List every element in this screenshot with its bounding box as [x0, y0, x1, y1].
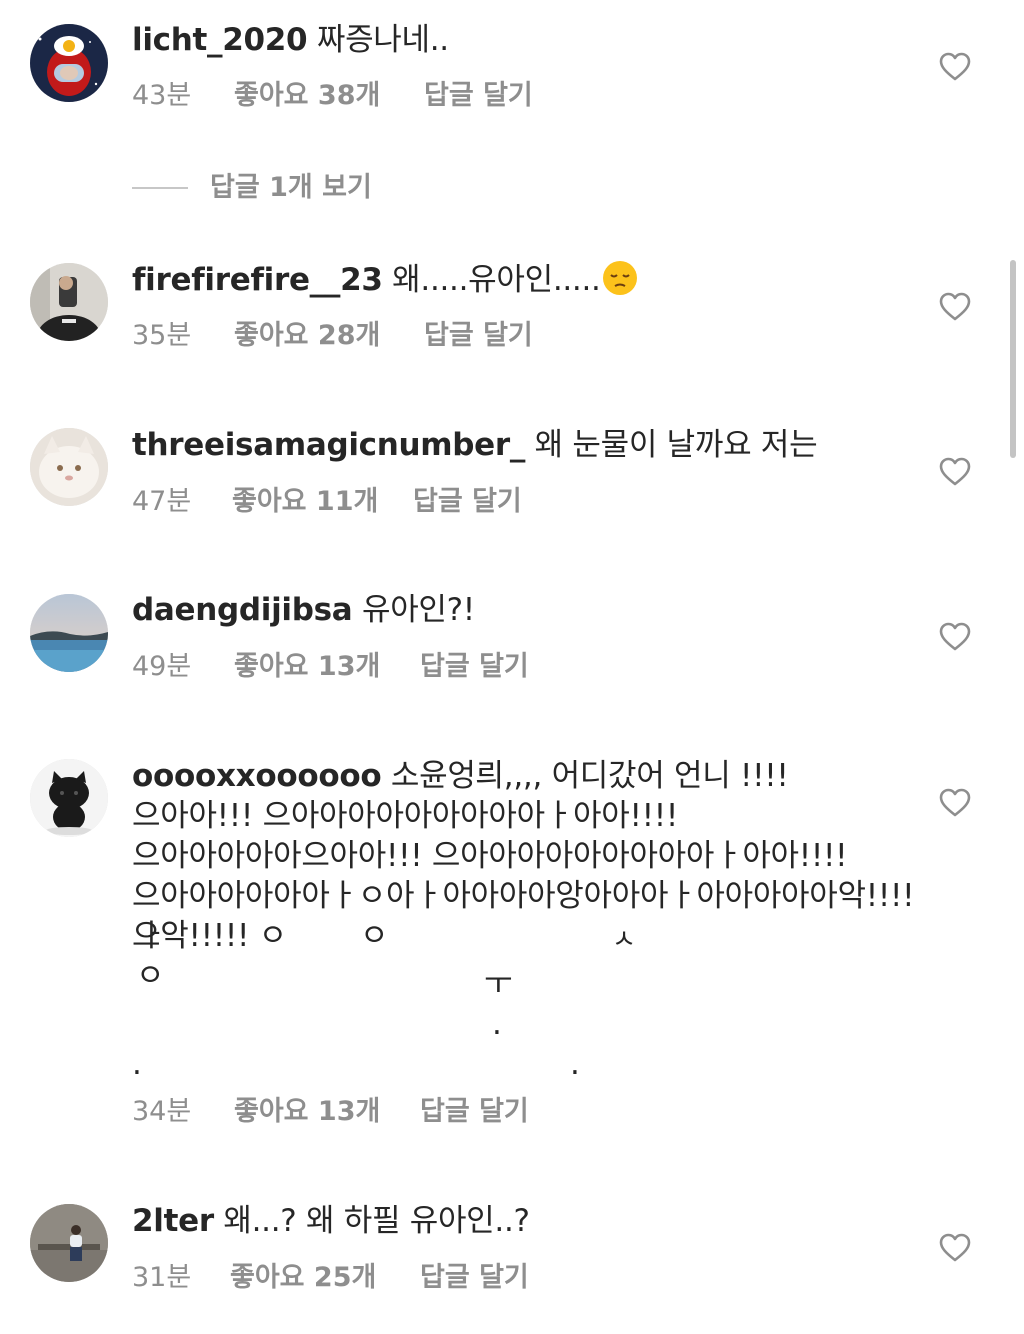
comment-text: firefirefire__23 왜.....유아인.....	[132, 259, 892, 300]
comment-time: 35분	[132, 320, 192, 351]
comment-text: licht_2020 짜증나네..	[132, 20, 892, 60]
comment-body: 왜...? 왜 하필 유아인..?	[213, 1203, 530, 1239]
avatar[interactable]	[30, 594, 108, 672]
comment-username[interactable]: firefirefire__23	[132, 262, 383, 298]
comment-likes[interactable]: 좋아요 11개	[232, 482, 378, 522]
scattered-char: ㅇ	[136, 958, 165, 994]
scattered-char: ㅜ	[484, 966, 513, 1002]
comment-body: 왜 눈물이 날까요 저는	[525, 427, 818, 463]
heart-outline-icon[interactable]	[938, 620, 972, 654]
heart-outline-icon[interactable]	[938, 786, 972, 820]
comment-text: ooooxxoooooo 소윤엉릐,,,, 어디갔어 언니 !!!! 으아아!!…	[132, 756, 915, 956]
heart-outline-icon[interactable]	[938, 290, 972, 324]
comment-likes[interactable]: 좋아요 38개	[234, 76, 380, 116]
avatar[interactable]	[30, 1204, 108, 1282]
scattered-char: ㅅ	[612, 925, 636, 955]
avatar[interactable]	[30, 759, 108, 837]
reply-button[interactable]: 답글 달기	[420, 647, 529, 687]
comment-time: 31분	[132, 1262, 192, 1293]
comment-username[interactable]: ooooxxoooooo	[132, 758, 382, 794]
comment-username[interactable]: 2lter	[132, 1203, 214, 1239]
avatar[interactable]	[30, 428, 108, 506]
comment-username[interactable]: daengdijibsa	[132, 592, 353, 628]
avatar[interactable]	[30, 263, 108, 341]
comment-likes[interactable]: 좋아요 13개	[234, 1092, 380, 1132]
scattered-char: .	[492, 1006, 502, 1042]
view-replies-label[interactable]: 답글 1개 보기	[210, 168, 372, 208]
comment-text: threeisamagicnumber_ 왜 눈물이 날까요 저는	[132, 425, 892, 465]
scattered-char: ㅏ	[138, 918, 167, 954]
heart-outline-icon[interactable]	[938, 50, 972, 84]
comment-time: 34분	[132, 1096, 192, 1127]
reply-button[interactable]: 답글 달기	[420, 1258, 529, 1298]
reply-button[interactable]: 답글 달기	[420, 1092, 529, 1132]
comment-time: 49분	[132, 651, 192, 682]
scattered-char: ㅇ	[360, 918, 389, 954]
heart-outline-icon[interactable]	[938, 455, 972, 489]
scrollbar[interactable]	[1010, 260, 1016, 458]
pensive-face-icon	[601, 259, 639, 297]
comment-likes[interactable]: 좋아요 13개	[234, 647, 380, 687]
comment-likes[interactable]: 좋아요 28개	[234, 316, 380, 356]
scattered-char: .	[570, 1046, 580, 1082]
comment-username[interactable]: threeisamagicnumber_	[132, 427, 525, 463]
heart-outline-icon[interactable]	[938, 1231, 972, 1265]
comment-time: 47분	[132, 486, 192, 517]
comment-likes[interactable]: 좋아요 25개	[230, 1258, 376, 1298]
reply-button[interactable]: 답글 달기	[424, 316, 533, 356]
comment-body: 짜증나네..	[307, 22, 449, 58]
comment-time: 43분	[132, 80, 192, 111]
comment-text: daengdijibsa 유아인?!	[132, 590, 892, 630]
reply-button[interactable]: 답글 달기	[413, 482, 522, 522]
reply-button[interactable]: 답글 달기	[424, 76, 533, 116]
comment-body: 유아인?!	[352, 592, 475, 628]
view-replies-divider	[132, 187, 188, 189]
comment-text: 2lter 왜...? 왜 하필 유아인..?	[132, 1201, 892, 1241]
comment-body: 왜.....유아인.....	[382, 262, 601, 298]
avatar[interactable]	[30, 24, 108, 102]
scattered-char: .	[132, 1046, 142, 1082]
comment-username[interactable]: licht_2020	[132, 22, 308, 58]
